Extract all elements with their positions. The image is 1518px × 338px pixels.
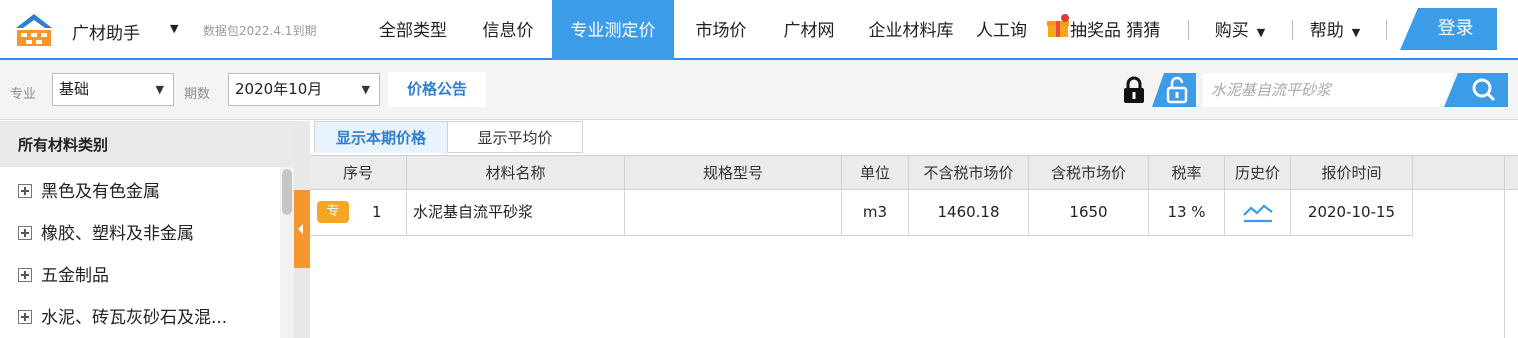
tree-item-hardware[interactable]: 五金制品	[0, 255, 280, 297]
search-icon[interactable]	[1444, 73, 1508, 107]
search-input[interactable]	[1203, 73, 1453, 107]
chevron-down-icon: ▼	[1351, 26, 1361, 39]
chevron-down-icon: ▼	[1256, 26, 1266, 39]
tree-item-ferrous-metals[interactable]: 黑色及有色金属	[0, 171, 280, 213]
column-header-unit: 单位	[842, 156, 909, 190]
sidebar-scroll-thumb[interactable]	[282, 169, 292, 215]
nav-enterprise-library[interactable]: 企业材料库	[852, 0, 970, 60]
line-chart-icon[interactable]	[1242, 201, 1274, 223]
column-header-price-ex-tax: 不含税市场价	[909, 156, 1029, 190]
category-sidebar: 所有材料类别 黑色及有色金属 橡胶、塑料及非金属 五金制品 水泥、砖瓦灰砂石及混…	[0, 121, 294, 338]
nav-help-menu[interactable]: 帮助 ▼	[1302, 0, 1368, 60]
column-header-name: 材料名称	[407, 156, 625, 190]
nav-divider	[1188, 20, 1189, 40]
column-header-quote-date: 报价时间	[1291, 156, 1413, 190]
table-row[interactable]: 专 1 水泥基自流平砂浆 m3 1460.18 1650 13 % 2020-1…	[310, 190, 1413, 236]
row-index: 1	[372, 203, 382, 221]
nav-buy-menu[interactable]: 购买 ▼	[1204, 0, 1276, 60]
app-menu-caret-icon[interactable]: ▼	[170, 22, 178, 35]
expand-plus-icon[interactable]	[18, 184, 32, 198]
tree-item-rubber-plastic[interactable]: 橡胶、塑料及非金属	[0, 213, 280, 255]
tab-current-price[interactable]: 显示本期价格	[314, 121, 448, 153]
top-navigation-bar: 广材助手 ▼ 数据包2022.4.1到期 全部类型 信息价 专业测定价 市场价 …	[0, 0, 1518, 60]
period-label: 期数	[184, 87, 211, 102]
cell-unit: m3	[842, 190, 909, 235]
expand-plus-icon[interactable]	[18, 268, 32, 282]
tree-item-cement-bricks[interactable]: 水泥、砖瓦灰砂石及混...	[0, 297, 280, 338]
price-announcement-button[interactable]: 价格公告	[388, 72, 486, 107]
column-header-price-inc-tax: 含税市场价	[1029, 156, 1149, 190]
professional-badge: 专	[317, 201, 349, 223]
expand-plus-icon[interactable]	[18, 226, 32, 240]
cell-spec	[625, 190, 842, 235]
table-header: 序号 材料名称 规格型号 单位 不含税市场价 含税市场价 税率 历史价 报价时间	[310, 155, 1518, 190]
nav-labor-inquiry[interactable]: 人工询	[976, 0, 1046, 60]
cell-quote-date: 2020-10-15	[1291, 190, 1413, 235]
specialty-select[interactable]: 基础 ▼	[52, 73, 174, 106]
login-button[interactable]: 登录	[1400, 8, 1497, 50]
price-content-panel: 显示本期价格 显示平均价 序号 材料名称 规格型号 单位 不含税市场价 含税市场…	[310, 121, 1518, 338]
gift-icon[interactable]	[1046, 14, 1070, 38]
content-border	[1504, 155, 1505, 338]
nav-divider	[1386, 20, 1387, 40]
tab-average-price[interactable]: 显示平均价	[447, 121, 583, 153]
cell-price-ex-tax: 1460.18	[909, 190, 1029, 235]
cell-price-inc-tax: 1650	[1029, 190, 1149, 235]
cell-index: 专 1	[310, 190, 407, 235]
nav-info-price[interactable]: 信息价	[468, 0, 548, 60]
cell-tax-rate: 13 %	[1149, 190, 1225, 235]
collapse-sidebar-button[interactable]	[294, 190, 310, 268]
app-title[interactable]: 广材助手	[72, 19, 140, 44]
column-header-index: 序号	[310, 156, 407, 190]
nav-market-price[interactable]: 市场价	[678, 0, 764, 60]
nav-lottery[interactable]: ​抽奖品 猜猜	[1070, 0, 1160, 60]
filter-bar: 专业 基础 ▼ 期数 2020年10月 ▼ 价格公告	[0, 60, 1518, 120]
nav-professional-price[interactable]: 专业测定价	[552, 0, 674, 60]
column-header-tax-rate: 税率	[1149, 156, 1225, 190]
data-package-expiry: 数据包2022.4.1到期	[203, 24, 317, 38]
unlock-icon[interactable]	[1152, 73, 1196, 107]
nav-all-types[interactable]: 全部类型	[364, 0, 462, 60]
column-header-spec: 规格型号	[625, 156, 842, 190]
expand-plus-icon[interactable]	[18, 310, 32, 324]
period-select[interactable]: 2020年10月 ▼	[228, 73, 380, 106]
cell-material-name: 水泥基自流平砂浆	[407, 190, 625, 235]
nav-guangcai-web[interactable]: 广材网	[768, 0, 850, 60]
column-header-history: 历史价	[1225, 156, 1291, 190]
specialty-label: 专业	[10, 87, 37, 102]
app-logo-icon	[16, 14, 52, 46]
nav-divider	[1292, 20, 1293, 40]
chevron-down-icon: ▼	[361, 83, 370, 96]
cell-history	[1225, 190, 1291, 235]
chevron-down-icon: ▼	[155, 83, 164, 96]
lock-icon[interactable]	[1121, 76, 1147, 104]
sidebar-header: 所有材料类别	[0, 121, 294, 167]
